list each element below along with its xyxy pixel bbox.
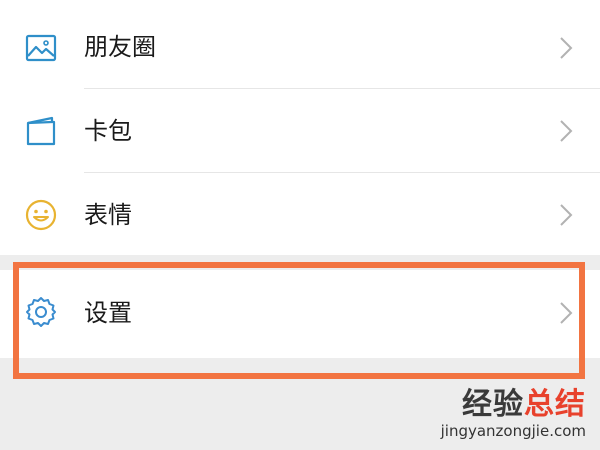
menu-item-settings[interactable]: 设置 bbox=[0, 270, 600, 358]
menu-item-moments[interactable]: 朋友圈 bbox=[0, 4, 600, 88]
watermark: 经验总结 jingyanzongjie.com bbox=[440, 387, 586, 441]
menu-item-label: 朋友圈 bbox=[84, 33, 156, 61]
menu-item-card-wallet[interactable]: 卡包 bbox=[0, 89, 600, 173]
watermark-url: jingyanzongjie.com bbox=[440, 422, 586, 440]
chevron-right-icon bbox=[558, 201, 574, 229]
menu-group-top: 朋友圈 卡包 表情 bbox=[0, 0, 600, 255]
card-wallet-icon bbox=[24, 114, 58, 148]
menu-group-settings: 设置 bbox=[0, 270, 600, 358]
menu-item-stickers[interactable]: 表情 bbox=[0, 173, 600, 257]
menu-item-label: 卡包 bbox=[84, 117, 132, 145]
menu-item-label: 设置 bbox=[84, 299, 132, 327]
chevron-right-icon bbox=[558, 117, 574, 145]
chevron-right-icon bbox=[558, 299, 574, 327]
gear-icon bbox=[24, 295, 58, 329]
moments-picture-icon bbox=[24, 31, 58, 65]
watermark-logo: 经验总结 bbox=[462, 387, 586, 422]
menu-item-label: 表情 bbox=[84, 201, 132, 229]
smiley-emoji-icon bbox=[24, 198, 58, 232]
chevron-right-icon bbox=[558, 34, 574, 62]
